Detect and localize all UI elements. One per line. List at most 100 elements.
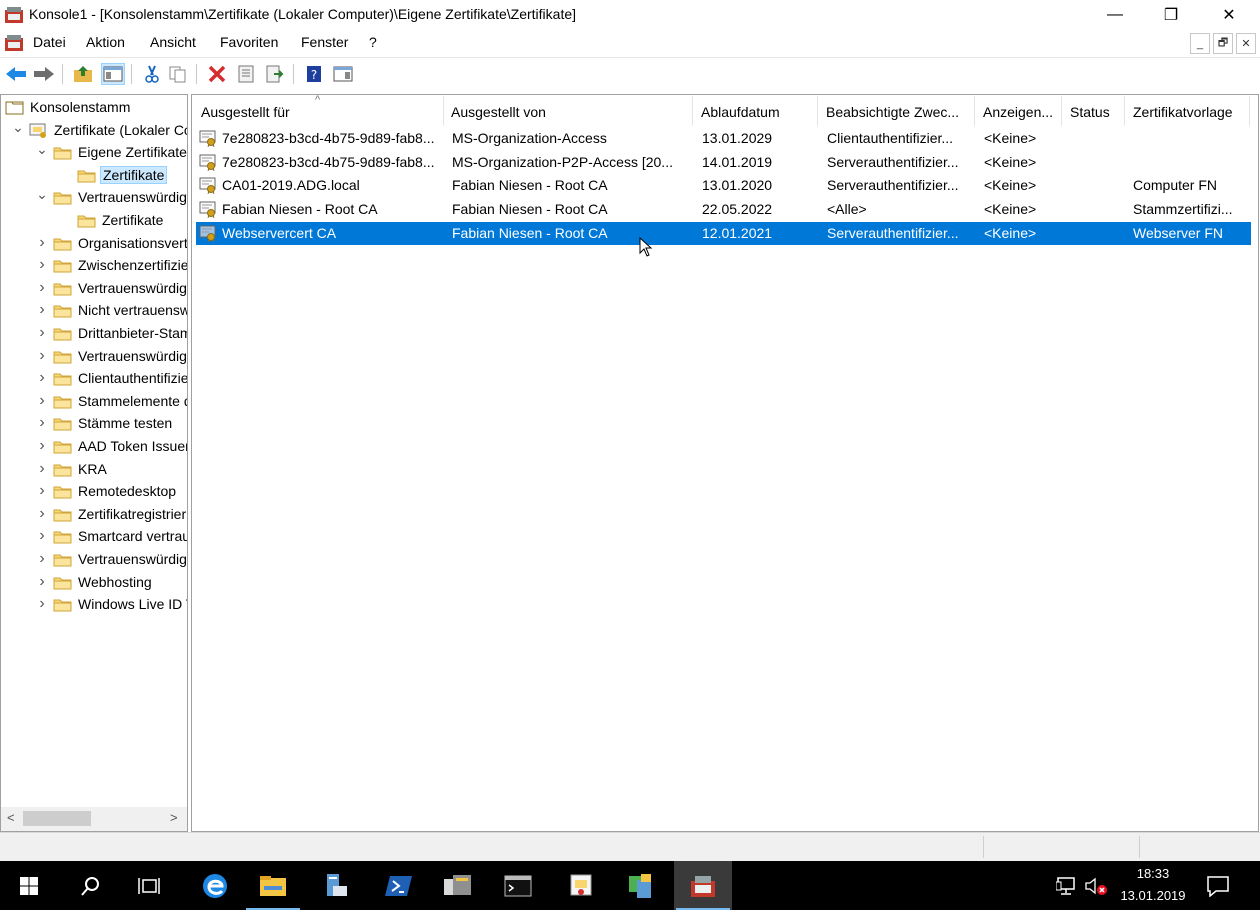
expand-chevron-icon[interactable]: › bbox=[35, 302, 49, 318]
forward-button[interactable] bbox=[32, 63, 56, 85]
tree-item-label[interactable]: Zertifikate (Lokaler Computer) bbox=[52, 122, 187, 138]
tree-item[interactable]: › Smartcard vertrauenswürdige Stämme bbox=[1, 526, 187, 548]
tree-item-label[interactable]: AAD Token Issuer bbox=[76, 438, 187, 454]
tree-item[interactable]: › Zertifikatregistrierungsanforderungen bbox=[1, 504, 187, 526]
tree-item[interactable]: Zertifikate bbox=[1, 210, 187, 232]
mmc-doc-icon[interactable] bbox=[4, 33, 24, 53]
tree-item-label[interactable]: Stammelemente der Vorschau bbox=[76, 393, 187, 409]
tree-item[interactable]: ⌄ Zertifikate (Lokaler Computer) bbox=[1, 120, 187, 142]
export-list-button[interactable] bbox=[263, 63, 287, 85]
delete-button[interactable] bbox=[205, 63, 229, 85]
mdi-minimize-button[interactable]: _ bbox=[1190, 33, 1210, 54]
menu-fenster[interactable]: Fenster bbox=[301, 34, 348, 50]
scroll-thumb[interactable] bbox=[23, 811, 91, 826]
cut-button[interactable] bbox=[140, 63, 164, 85]
expand-chevron-icon[interactable]: › bbox=[35, 370, 49, 386]
tree-item[interactable]: Konsolenstamm bbox=[1, 97, 187, 119]
maximize-button[interactable]: ❐ bbox=[1142, 0, 1200, 30]
tree-item-label[interactable]: Nicht vertrauenswürdige Zertifikate bbox=[76, 302, 187, 318]
expand-chevron-icon[interactable]: › bbox=[35, 483, 49, 499]
tree-item[interactable]: › Nicht vertrauenswürdige Zertifikate bbox=[1, 300, 187, 322]
expand-chevron-icon[interactable]: › bbox=[35, 505, 49, 521]
menu-datei[interactable]: Datei bbox=[33, 34, 66, 50]
expand-chevron-icon[interactable]: › bbox=[35, 573, 49, 589]
tree-item-label[interactable]: Zertifikate bbox=[100, 165, 168, 184]
cmd-taskbar-button[interactable] bbox=[489, 861, 547, 910]
show-hide-tree-button[interactable] bbox=[101, 63, 125, 85]
column-header-friendly-name[interactable]: Anzeigen... bbox=[975, 96, 1062, 126]
notification-center-icon[interactable] bbox=[1206, 875, 1230, 897]
server-manager-taskbar-button[interactable] bbox=[306, 861, 364, 910]
tree-item[interactable]: › KRA bbox=[1, 459, 187, 481]
edge-taskbar-button[interactable] bbox=[186, 861, 244, 910]
volume-muted-tray-icon[interactable] bbox=[1084, 876, 1108, 896]
copy-button[interactable] bbox=[166, 63, 190, 85]
explorer-taskbar-button[interactable] bbox=[244, 861, 302, 910]
tree-horizontal-scrollbar[interactable]: < > bbox=[1, 807, 187, 831]
tree-item-label[interactable]: Smartcard vertrauenswürdige Stämme bbox=[76, 528, 187, 544]
tree-item-label[interactable]: Windows Live ID Token Issuer bbox=[76, 596, 187, 612]
tree-item[interactable]: › Zwischenzertifizierungsstellen bbox=[1, 255, 187, 277]
mmc-app-icon[interactable] bbox=[4, 5, 24, 25]
collapse-chevron-icon[interactable]: ⌄ bbox=[35, 142, 49, 159]
network-tray-icon[interactable] bbox=[1056, 876, 1078, 896]
expand-chevron-icon[interactable]: › bbox=[35, 528, 49, 544]
menu-help[interactable]: ? bbox=[369, 34, 377, 50]
tree-item[interactable]: › Stämme testen bbox=[1, 413, 187, 435]
console-tree[interactable]: Konsolenstamm⌄Zertifikate (Lokaler Compu… bbox=[0, 94, 188, 832]
tree-item-label[interactable]: Stämme testen bbox=[76, 415, 174, 431]
tree-item-label[interactable]: Clientauthentifizierungsaussteller bbox=[76, 370, 187, 386]
tree-item-label[interactable]: KRA bbox=[76, 461, 109, 477]
column-header-status[interactable]: Status bbox=[1062, 96, 1125, 126]
expand-chevron-icon[interactable]: › bbox=[35, 392, 49, 408]
mmc-console-taskbar-button[interactable] bbox=[674, 861, 732, 910]
tree-item-label[interactable]: Drittanbieter-Stammzertifizierungsstelle… bbox=[76, 325, 187, 341]
expand-chevron-icon[interactable]: › bbox=[35, 347, 49, 363]
column-header-template[interactable]: Zertifikatvorlage bbox=[1125, 96, 1250, 126]
column-header-issued-by[interactable]: Ausgestellt von bbox=[443, 96, 693, 126]
mdi-close-button[interactable]: ✕ bbox=[1236, 33, 1256, 54]
tree-item[interactable]: ⌄ Eigene Zertifikate bbox=[1, 142, 187, 164]
tree-item[interactable]: › Vertrauenswürdige Herausgeber bbox=[1, 278, 187, 300]
action-pane-button[interactable] bbox=[331, 63, 355, 85]
start-button[interactable] bbox=[0, 861, 58, 910]
scroll-right-icon[interactable]: > bbox=[170, 810, 178, 825]
tree-item-label[interactable]: Vertrauenswürdige Personen bbox=[76, 348, 187, 364]
tree-item-label[interactable]: Organisationsvertrauen bbox=[76, 235, 187, 251]
tree-item[interactable]: › Drittanbieter-Stammzertifizierungsstell… bbox=[1, 323, 187, 345]
tree-item-label[interactable]: Vertrauenswürdige Stammzertifizierungsst… bbox=[76, 189, 187, 205]
expand-chevron-icon[interactable]: › bbox=[35, 325, 49, 341]
tree-item-label[interactable]: Eigene Zertifikate bbox=[76, 144, 187, 160]
certificate-taskbar-button[interactable] bbox=[552, 861, 610, 910]
taskbar-clock-time[interactable]: 18:33 bbox=[1118, 866, 1188, 881]
expand-chevron-icon[interactable]: › bbox=[35, 438, 49, 454]
tree-item[interactable]: › Webhosting bbox=[1, 572, 187, 594]
file-share-taskbar-button[interactable] bbox=[429, 861, 487, 910]
tree-item[interactable]: › Windows Live ID Token Issuer bbox=[1, 594, 187, 616]
expand-chevron-icon[interactable]: › bbox=[35, 415, 49, 431]
expand-chevron-icon[interactable]: › bbox=[35, 234, 49, 250]
menu-favoriten[interactable]: Favoriten bbox=[220, 34, 278, 50]
mdi-restore-button[interactable]: 🗗 bbox=[1213, 33, 1233, 54]
tree-item-label[interactable]: Remotedesktop bbox=[76, 483, 178, 499]
tree-item[interactable]: › Remotedesktop bbox=[1, 481, 187, 503]
tree-item[interactable]: › Clientauthentifizierungsaussteller bbox=[1, 368, 187, 390]
search-button[interactable] bbox=[62, 861, 120, 910]
menu-aktion[interactable]: Aktion bbox=[86, 34, 125, 50]
tree-item-label[interactable]: Zertifikate bbox=[100, 212, 165, 228]
collapse-chevron-icon[interactable]: ⌄ bbox=[11, 120, 25, 137]
expand-chevron-icon[interactable]: › bbox=[35, 257, 49, 273]
certificate-row[interactable]: 7e280823-b3cd-4b75-9d89-fab8... MS-Organi… bbox=[196, 151, 1251, 174]
tree-item[interactable]: › Organisationsvertrauen bbox=[1, 233, 187, 255]
tree-item[interactable]: › AAD Token Issuer bbox=[1, 436, 187, 458]
expand-chevron-icon[interactable]: › bbox=[35, 551, 49, 567]
certificate-list[interactable]: Ausgestellt für ^ Ausgestellt von Ablauf… bbox=[191, 94, 1259, 832]
column-header-issued-to[interactable]: Ausgestellt für ^ bbox=[193, 95, 444, 126]
tree-item-label[interactable]: Vertrauenswürdige Geräte bbox=[76, 551, 187, 567]
certificate-row[interactable]: 7e280823-b3cd-4b75-9d89-fab8... MS-Organi… bbox=[196, 127, 1251, 150]
network-mmc-taskbar-button[interactable] bbox=[612, 861, 670, 910]
column-header-purpose[interactable]: Beabsichtigte Zwec... bbox=[818, 96, 975, 126]
expand-chevron-icon[interactable]: › bbox=[35, 460, 49, 476]
certificate-row[interactable]: Fabian Niesen - Root CA Fabian Niesen - R… bbox=[196, 198, 1251, 221]
scroll-left-icon[interactable]: < bbox=[7, 810, 15, 825]
